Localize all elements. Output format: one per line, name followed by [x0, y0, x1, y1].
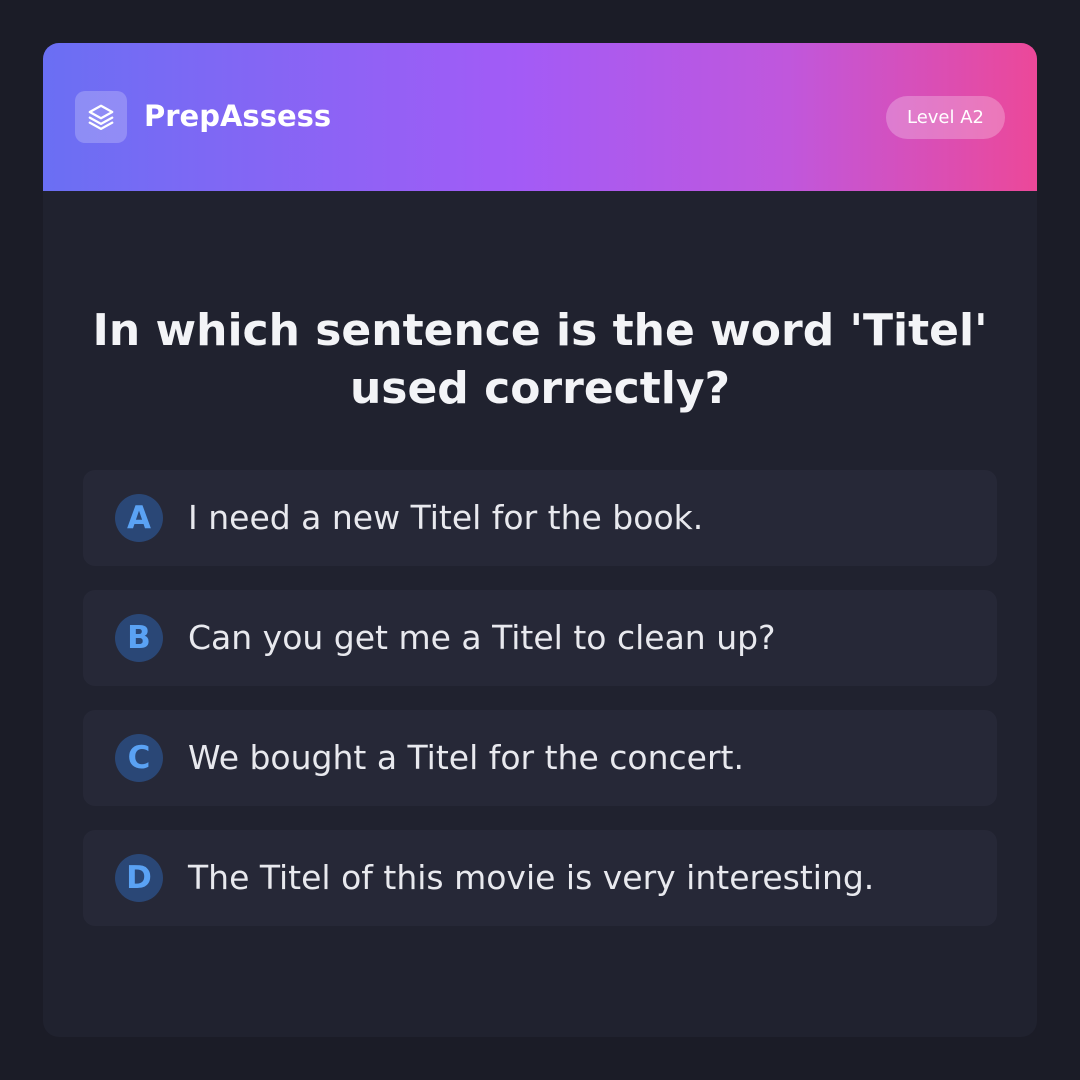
question-text: In which sentence is the word 'Titel' us…	[92, 305, 988, 414]
option-letter-badge: B	[115, 614, 163, 662]
option-letter-badge: A	[115, 494, 163, 542]
option-text: The Titel of this movie is very interest…	[188, 858, 875, 897]
option-text: We bought a Titel for the concert.	[188, 738, 744, 777]
option-letter-badge: D	[115, 854, 163, 902]
brand-name: PrepAssess	[144, 99, 332, 133]
logo	[75, 91, 127, 143]
header-bar: PrepAssess Level A2	[43, 43, 1037, 191]
answer-options: A I need a new Titel for the book. B Can…	[83, 470, 997, 950]
level-badge: Level A2	[885, 96, 1005, 139]
option-text: Can you get me a Titel to clean up?	[188, 618, 776, 657]
option-letter-badge: C	[115, 734, 163, 782]
quiz-card: PrepAssess Level A2 In which sentence is…	[43, 43, 1037, 1037]
answer-option-d[interactable]: D The Titel of this movie is very intere…	[83, 830, 997, 926]
layers-icon	[88, 104, 114, 130]
answer-option-a[interactable]: A I need a new Titel for the book.	[83, 470, 997, 566]
answer-option-b[interactable]: B Can you get me a Titel to clean up?	[83, 590, 997, 686]
option-text: I need a new Titel for the book.	[188, 498, 704, 537]
answer-option-c[interactable]: C We bought a Titel for the concert.	[83, 710, 997, 806]
